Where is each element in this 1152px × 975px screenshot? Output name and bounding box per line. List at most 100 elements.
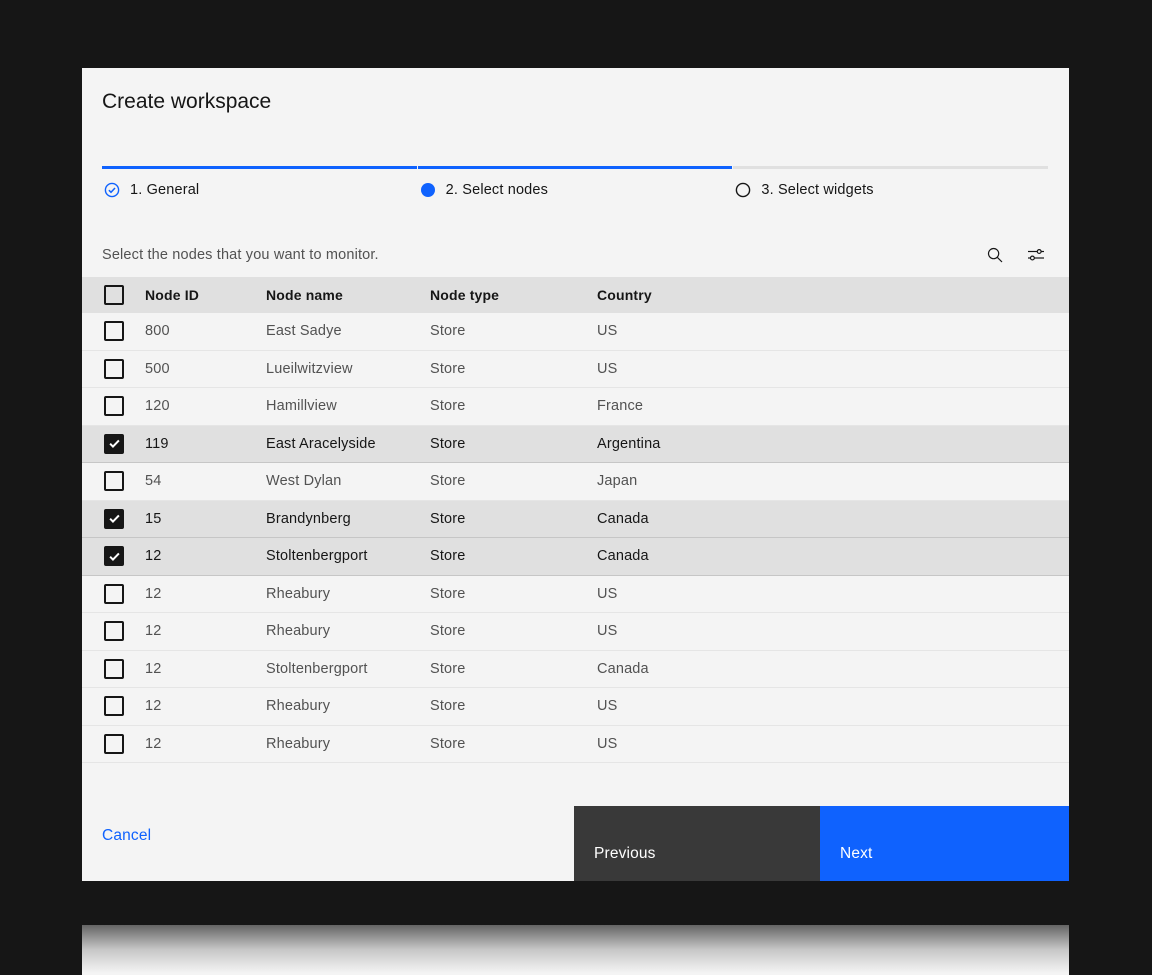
row-checkbox-cell	[82, 734, 145, 754]
row-checkbox[interactable]	[104, 434, 124, 454]
node-id-cell: 12	[145, 548, 266, 564]
circle-filled-icon	[420, 182, 436, 198]
node-id-cell: 54	[145, 473, 266, 489]
table-row[interactable]: 12StoltenbergportStoreCanada	[82, 538, 1069, 576]
cancel-button[interactable]: Cancel	[102, 806, 151, 881]
progress-step-label: 2. Select nodes	[446, 182, 548, 198]
node-id-cell: 12	[145, 736, 266, 752]
node-type-cell: Store	[430, 623, 597, 639]
row-checkbox[interactable]	[104, 509, 124, 529]
node-name-cell: Hamillview	[266, 398, 430, 414]
circle-outline-icon	[735, 182, 751, 198]
checkmark-outline-icon	[104, 182, 120, 198]
modal-title: Create workspace	[102, 90, 271, 114]
node-type-cell: Store	[430, 586, 597, 602]
node-name-cell: Stoltenbergport	[266, 661, 430, 677]
node-name-cell: Rheabury	[266, 586, 430, 602]
node-id-cell: 119	[145, 436, 266, 452]
node-name-cell: West Dylan	[266, 473, 430, 489]
row-checkbox-cell	[82, 321, 145, 341]
node-type-cell: Store	[430, 698, 597, 714]
progress-step-2[interactable]: 2. Select nodes	[418, 166, 733, 198]
table-row[interactable]: 12RheaburyStoreUS	[82, 576, 1069, 614]
page-background: Create workspace 1. General 2. Select nod…	[0, 0, 1152, 950]
nodes-table: Node IDNode nameNode typeCountry 800East…	[82, 277, 1069, 763]
row-checkbox-cell	[82, 471, 145, 491]
row-checkbox[interactable]	[104, 321, 124, 341]
country-cell: France	[597, 398, 1069, 414]
table-row[interactable]: 500LueilwitzviewStoreUS	[82, 351, 1069, 389]
column-header: Country	[597, 287, 1069, 303]
column-header: Node name	[266, 287, 430, 303]
node-name-cell: East Aracelyside	[266, 436, 430, 452]
row-checkbox-cell	[82, 359, 145, 379]
row-checkbox-cell	[82, 584, 145, 604]
node-type-cell: Store	[430, 323, 597, 339]
node-type-cell: Store	[430, 436, 597, 452]
table-toolbar: Select the nodes that you want to monito…	[82, 232, 1069, 277]
footer-spacer	[151, 806, 574, 881]
country-cell: Canada	[597, 511, 1069, 527]
search-icon[interactable]	[986, 246, 1004, 264]
row-checkbox[interactable]	[104, 659, 124, 679]
row-checkbox[interactable]	[104, 584, 124, 604]
row-checkbox[interactable]	[104, 734, 124, 754]
country-cell: US	[597, 698, 1069, 714]
progress-step-label: 1. General	[130, 182, 199, 198]
node-name-cell: Rheabury	[266, 698, 430, 714]
node-name-cell: Rheabury	[266, 623, 430, 639]
table-row[interactable]: 15BrandynbergStoreCanada	[82, 501, 1069, 539]
settings-adjust-icon[interactable]	[1027, 246, 1045, 264]
column-header: Node ID	[145, 287, 266, 303]
node-id-cell: 800	[145, 323, 266, 339]
row-checkbox-cell	[82, 509, 145, 529]
table-row[interactable]: 54West DylanStoreJapan	[82, 463, 1069, 501]
country-cell: Canada	[597, 661, 1069, 677]
table-row[interactable]: 119East AracelysideStoreArgentina	[82, 426, 1069, 464]
row-checkbox[interactable]	[104, 621, 124, 641]
country-cell: US	[597, 361, 1069, 377]
create-workspace-modal: Create workspace 1. General 2. Select nod…	[82, 68, 1069, 881]
node-name-cell: Brandynberg	[266, 511, 430, 527]
node-id-cell: 15	[145, 511, 266, 527]
country-cell: US	[597, 736, 1069, 752]
node-id-cell: 500	[145, 361, 266, 377]
country-cell: US	[597, 586, 1069, 602]
row-checkbox-cell	[82, 396, 145, 416]
next-button[interactable]: Next	[820, 806, 1069, 881]
node-type-cell: Store	[430, 361, 597, 377]
row-checkbox[interactable]	[104, 396, 124, 416]
row-checkbox[interactable]	[104, 471, 124, 491]
table-row[interactable]: 12RheaburyStoreUS	[82, 726, 1069, 764]
row-checkbox[interactable]	[104, 696, 124, 716]
node-id-cell: 12	[145, 623, 266, 639]
table-row[interactable]: 120HamillviewStoreFrance	[82, 388, 1069, 426]
table-row[interactable]: 12StoltenbergportStoreCanada	[82, 651, 1069, 689]
node-name-cell: East Sadye	[266, 323, 430, 339]
table-header-row: Node IDNode nameNode typeCountry	[82, 277, 1069, 313]
node-type-cell: Store	[430, 548, 597, 564]
row-checkbox-cell	[82, 621, 145, 641]
row-checkbox-cell	[82, 696, 145, 716]
progress-step-label: 3. Select widgets	[761, 182, 873, 198]
node-type-cell: Store	[430, 736, 597, 752]
table-row[interactable]: 800East SadyeStoreUS	[82, 313, 1069, 351]
table-row[interactable]: 12RheaburyStoreUS	[82, 688, 1069, 726]
progress-step-1[interactable]: 1. General	[102, 166, 417, 198]
row-checkbox-cell	[82, 659, 145, 679]
progress-indicator: 1. General 2. Select nodes 3. Select widge…	[102, 166, 1048, 198]
country-cell: Japan	[597, 473, 1069, 489]
row-checkbox[interactable]	[104, 546, 124, 566]
modal-footer: Cancel Previous Next	[82, 806, 1069, 881]
previous-button[interactable]: Previous	[574, 806, 820, 881]
node-type-cell: Store	[430, 511, 597, 527]
node-id-cell: 12	[145, 698, 266, 714]
node-type-cell: Store	[430, 398, 597, 414]
select-all-checkbox[interactable]	[104, 285, 124, 305]
table-row[interactable]: 12RheaburyStoreUS	[82, 613, 1069, 651]
row-checkbox[interactable]	[104, 359, 124, 379]
table-bottom-fade	[82, 925, 1069, 975]
table-description: Select the nodes that you want to monito…	[102, 247, 379, 263]
progress-step-3[interactable]: 3. Select widgets	[733, 166, 1048, 198]
node-type-cell: Store	[430, 473, 597, 489]
